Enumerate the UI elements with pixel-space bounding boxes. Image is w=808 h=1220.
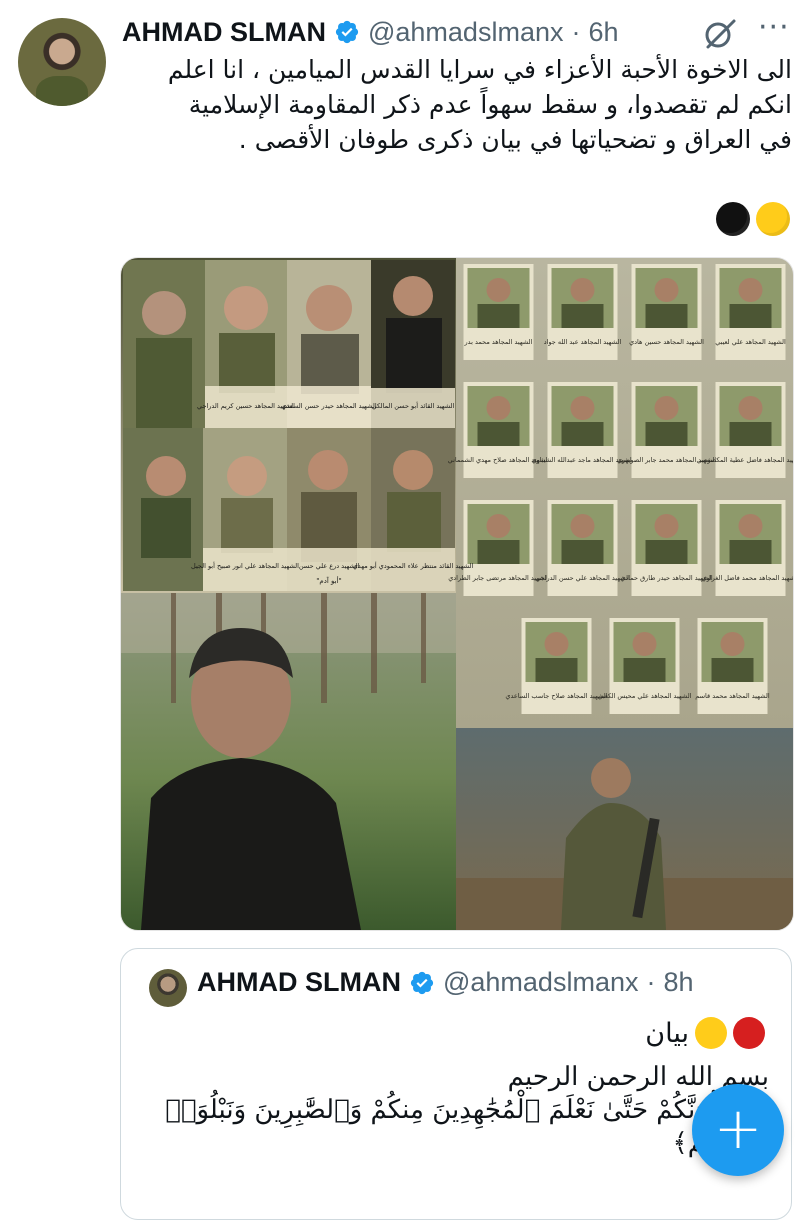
quoted-first-line: بيان <box>645 1017 765 1049</box>
card-caption: الشهيد المجاهد علي محيس الكعبي <box>597 692 691 700</box>
martyr-card: الشهيد المجاهد حسين هادي <box>629 264 704 360</box>
quoted-tweet-header: AHMAD SLMAN @ahmadslmanx · 8h <box>197 967 694 998</box>
card-portrait <box>486 396 511 420</box>
compose-button[interactable]: + <box>692 1084 784 1176</box>
quoted-text-line: بسم الله الرحمن الرحيم <box>507 1062 769 1092</box>
tweet-media-image[interactable]: الشهيد المجاهد محمد بدر الشهيد المجاهد عب… <box>120 257 794 931</box>
poster-caption: الشهيد القائد منتظر علاء المحمودي أبو مه… <box>353 561 474 570</box>
poster-caption: الشهيد المجاهد حيدر حسن السعدي <box>281 402 376 410</box>
media-collage: الشهيد المجاهد محمد بدر الشهيد المجاهد عب… <box>121 258 793 930</box>
author-name[interactable]: AHMAD SLMAN <box>122 17 326 48</box>
card-caption: الشهيد المجاهد محمد فاضل الغراوي <box>702 574 793 582</box>
verified-badge-icon <box>335 20 359 44</box>
martyr-card: الشهيد المجاهد محمد بدر <box>463 264 534 360</box>
martyr-card: الشهيد المجاهد علي حسن الدراجي <box>535 500 630 596</box>
card-uniform <box>645 540 688 564</box>
card-portrait <box>570 396 595 420</box>
separator-dot: · <box>646 967 656 997</box>
card-uniform <box>561 422 604 446</box>
red-circle-emoji <box>733 1017 765 1049</box>
card-uniform <box>729 304 772 328</box>
card-uniform <box>645 304 688 328</box>
martyr-card: الشهيد المجاهد علي محيس الكعبي <box>597 618 692 714</box>
poster-caption: الشهيد درع علي حسن <box>299 562 359 570</box>
card-portrait <box>544 632 569 656</box>
card-caption: الشهيد المجاهد عبد الله جواد <box>544 338 622 346</box>
card-portrait <box>570 514 595 538</box>
card-uniform <box>711 658 754 682</box>
card-caption: الشهيد المجاهد علي حسن الدراجي <box>535 574 630 582</box>
yellow-circle-emoji <box>695 1017 727 1049</box>
card-portrait <box>720 632 745 656</box>
card-portrait <box>486 514 511 538</box>
card-caption: الشهيد المجاهد صلاح جاسب الساعدي <box>505 692 607 700</box>
separator-dot: · <box>571 16 581 47</box>
card-uniform <box>477 304 520 328</box>
tweet-text-line: في العراق و تضحياتها في بيان ذكرى طوفان … <box>238 125 792 154</box>
card-uniform <box>729 422 772 446</box>
card-portrait <box>738 396 763 420</box>
card-uniform <box>477 422 520 446</box>
quoted-text-line: أَخْبَارَكُمْ﴾ <box>129 1127 769 1160</box>
card-uniform <box>561 304 604 328</box>
more-icon[interactable]: ··· <box>758 10 790 45</box>
card-portrait <box>570 278 595 302</box>
tweet-text: الى الاخوة الأحبة الأعزاء في سرايا القدس… <box>120 52 792 157</box>
card-uniform <box>535 658 578 682</box>
poster-caption: الشهيد القائد أبو حسن المالكي <box>372 401 455 410</box>
quoted-tweet-time[interactable]: 8h <box>663 967 693 998</box>
card-caption: الشهيد المجاهد محمد بدر <box>464 338 533 346</box>
quoted-text-line: ﴿وَلَنَبْلُوَنَّكُمْ حَتَّىٰ نَعْلَمَ ٱل… <box>165 1095 769 1125</box>
card-portrait <box>654 278 679 302</box>
quoted-tweet-text: بسم الله الرحمن الرحيم ﴿وَلَنَبْلُوَنَّك… <box>129 1061 769 1160</box>
card-portrait <box>632 632 657 656</box>
card-uniform <box>477 540 520 564</box>
tweet-text-line: انكم لم تقصدوا، و سقط سهواً عدم ذكر المق… <box>188 90 792 119</box>
card-portrait <box>654 514 679 538</box>
martyr-card: الشهيد المجاهد حيدر طارق حمادي <box>620 500 713 596</box>
martyr-card: الشهيد المجاهد عبد الله جواد <box>544 264 622 360</box>
card-caption: الشهيد المجاهد فاضل عطية المكصوصي <box>696 456 793 464</box>
quoted-author-name[interactable]: AHMAD SLMAN <box>197 967 401 998</box>
poster-caption: الشهيد المجاهد علي انور صبيح أبو الجيل <box>191 561 299 570</box>
black-circle-emoji <box>716 202 750 236</box>
card-caption: الشهيد المجاهد مرتضى جابر الطرادي <box>448 574 549 582</box>
quoted-author-handle[interactable]: @ahmadslmanx <box>443 967 639 998</box>
quoted-tweet[interactable]: AHMAD SLMAN @ahmadslmanx · 8h بيان بسم ا… <box>120 948 792 1220</box>
tweet-time[interactable]: 6h <box>588 17 618 48</box>
card-uniform <box>623 658 666 682</box>
author-handle[interactable]: @ahmadslmanx <box>368 17 564 48</box>
statement-label: بيان <box>645 1017 689 1049</box>
tweet-header: AHMAD SLMAN @ahmadslmanx · 6h <box>122 12 619 52</box>
card-caption: الشهيد المجاهد علي لعيبي <box>715 338 786 346</box>
card-uniform <box>561 540 604 564</box>
grok-icon[interactable] <box>700 14 740 54</box>
card-portrait <box>738 278 763 302</box>
card-portrait <box>486 278 511 302</box>
tweet-emojis <box>716 202 790 236</box>
martyr-card: الشهيد المجاهد محمد قاسم <box>695 618 770 714</box>
author-avatar[interactable] <box>18 18 106 106</box>
card-portrait <box>654 396 679 420</box>
card-uniform <box>645 422 688 446</box>
poster-caption: "أبو آدم" <box>316 576 342 585</box>
card-caption: الشهيد المجاهد محمد قاسم <box>695 692 770 700</box>
verified-badge-icon <box>410 971 434 994</box>
quoted-author-avatar[interactable] <box>149 969 187 1007</box>
yellow-circle-emoji <box>756 202 790 236</box>
martyr-card: الشهيد المجاهد علي لعيبي <box>715 264 786 360</box>
tweet-text-line: الى الاخوة الأحبة الأعزاء في سرايا القدس… <box>167 55 792 84</box>
card-uniform <box>729 540 772 564</box>
card-caption: الشهيد المجاهد حسين هادي <box>629 338 704 346</box>
card-portrait <box>738 514 763 538</box>
card-caption: الشهيد المجاهد حيدر طارق حمادي <box>620 574 713 582</box>
